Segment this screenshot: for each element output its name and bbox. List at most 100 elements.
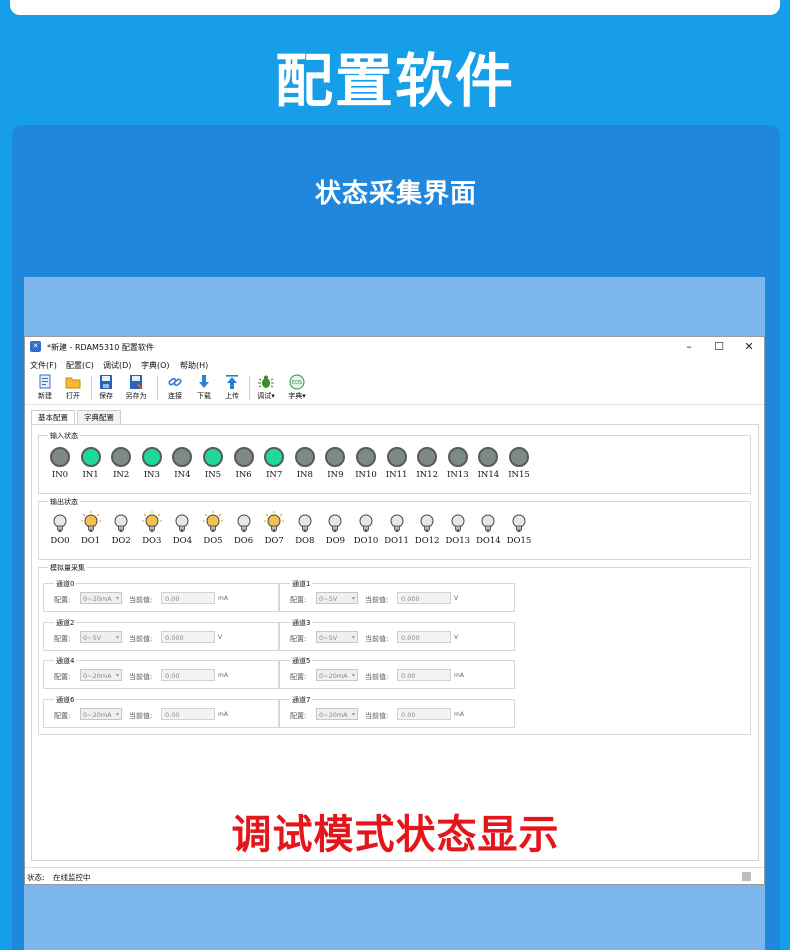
new-button[interactable]: 新建 [31,374,59,401]
toolbar: 新建 打开 保存 另存为 连接 下载 上传 调试▾ EDS 字典▾ [25,372,764,405]
range-select[interactable]: 0~5V ▾ [316,592,358,604]
output-channel-label: DO12 [414,536,440,546]
toolbar-separator [249,376,250,400]
bulb-icon [114,514,128,532]
tab-basic-config[interactable]: 基本配置 [31,410,75,425]
tab-dictionary-config[interactable]: 字典配置 [77,410,121,425]
svg-text:EDS: EDS [292,380,302,386]
connect-label: 连接 [168,392,182,400]
output-channel-label: DO13 [445,536,471,546]
menu-dictionary[interactable]: 字典(O) [141,360,170,371]
input-channel-label: IN14 [477,470,500,480]
output-channel-3: DO3 [137,511,167,546]
input-channel-label: IN12 [416,470,438,480]
output-channel-label: DO10 [353,536,379,546]
download-button[interactable]: 下载 [190,374,218,401]
analog-acquisition-group: 模拟量采集 通道0 配置: 0~20mA ▾ 当前值: 0.00 mA 通道1 配置: 0~5V ▾… [38,563,751,735]
range-select[interactable]: 0~20mA ▾ [80,592,122,604]
menu-file[interactable]: 文件(F) [30,360,57,371]
output-channel-15: DO15 [504,511,534,546]
channel-title: 通道6 [54,694,77,705]
analog-channel-5: 通道5 配置: 0~20mA ▾ 当前值: 0.00 mA [279,656,515,689]
range-select[interactable]: 0~20mA ▾ [316,669,358,681]
debug-button[interactable]: 调试▾ [252,374,280,401]
output-channel-14: DO14 [473,511,503,546]
dictionary-button[interactable]: EDS 字典▾ [283,374,311,401]
current-value-label: 当前值: [129,596,153,604]
menu-config[interactable]: 配置(C) [66,360,94,371]
maximize-button[interactable]: ☐ [705,338,733,356]
current-value-label: 当前值: [365,596,389,604]
output-channel-2: DO2 [106,511,136,546]
lit-bulb-icon [80,511,101,532]
input-channel-10: IN10 [351,447,381,480]
upload-button[interactable]: 上传 [218,374,246,401]
input-channel-4: IN4 [167,447,197,480]
output-channel-8: DO8 [290,511,320,546]
input-channel-0: IN0 [45,447,75,480]
close-button[interactable]: ✕ [735,338,763,356]
page-title: 配置软件 [274,47,515,115]
current-value-label: 当前值: [129,634,153,643]
bulb-icon [328,514,342,532]
input-channel-label: IN15 [508,470,530,480]
range-select[interactable]: 0~20mA ▾ [80,669,122,681]
download-arrow-icon [199,375,209,388]
status-led-icon [233,447,254,467]
resize-grip[interactable] [742,872,751,881]
output-channel-9: DO9 [320,511,350,546]
analog-channel-0: 通道0 配置: 0~20mA ▾ 当前值: 0.00 mA [43,579,279,612]
menu-bar: 文件(F) 配置(C) 调试(D) 字典(O) 帮助(H) [25,358,764,372]
config-label: 配置: [54,596,71,604]
input-channel-label: IN11 [385,470,408,480]
menu-help[interactable]: 帮助(H) [180,360,208,371]
config-label: 配置: [54,673,71,681]
folder-open-icon [65,377,81,389]
output-channel-4: DO4 [167,511,197,546]
output-channel-0: DO0 [45,511,75,546]
unit-label: mA [218,710,228,718]
open-button[interactable]: 打开 [59,374,87,401]
output-channel-label: DO0 [50,536,70,546]
input-channel-13: IN13 [443,447,473,480]
range-select[interactable]: 0~5V ▾ [316,630,358,643]
chevron-down-icon: ▾ [351,672,355,679]
config-label: 配置: [290,634,307,643]
tab-content: 输入状态 IN0 IN1 IN2 IN3 IN4 IN5 IN6 IN7 IN8 IN9 IN10 I… [31,424,759,861]
input-channel-label: IN3 [143,470,160,480]
new-label: 新建 [38,392,52,400]
connect-button[interactable]: 连接 [161,374,189,401]
analog-channel-6: 通道6 配置: 0~20mA ▾ 当前值: 0.00 mA [43,694,279,728]
menu-debug[interactable]: 调试(D) [103,360,131,371]
minimize-button[interactable]: – [675,338,703,356]
download-label: 下载 [197,392,211,400]
window-titlebar: ✕ *新建 - RDAM5310 配置软件 – ☐ ✕ [25,337,764,357]
status-led-icon [447,447,468,467]
open-label: 打开 [66,392,80,400]
dictionary-label: 字典▾ [288,392,306,400]
status-led-icon [111,447,132,467]
output-channel-7: DO7 [259,511,289,546]
input-channel-5: IN5 [198,447,228,480]
bulb-icon [298,514,312,532]
bulb-icon [420,514,434,532]
current-value-label: 当前值: [365,634,389,643]
input-channel-label: IN7 [266,470,283,480]
output-channel-12: DO12 [412,511,442,546]
input-channel-8: IN8 [290,447,320,480]
range-select[interactable]: 0~20mA ▾ [316,707,358,720]
input-channel-12: IN12 [412,447,442,480]
output-channel-1: DO1 [76,511,106,546]
output-channel-5: DO5 [198,511,228,546]
save-as-button[interactable]: 另存为 [122,374,150,401]
range-select[interactable]: 0~20mA ▾ [80,707,122,720]
input-channel-label: IN5 [204,470,222,480]
range-select[interactable]: 0~5V ▾ [80,630,122,643]
save-button[interactable]: 保存 [92,374,120,401]
output-status-title: 输出状态 [48,497,80,507]
bug-icon [258,375,274,388]
analog-channel-4: 通道4 配置: 0~20mA ▾ 当前值: 0.00 mA [43,656,279,689]
input-channel-label: IN0 [51,470,69,480]
output-channel-label: DO8 [295,536,315,546]
chevron-down-icon: ▾ [351,633,355,641]
